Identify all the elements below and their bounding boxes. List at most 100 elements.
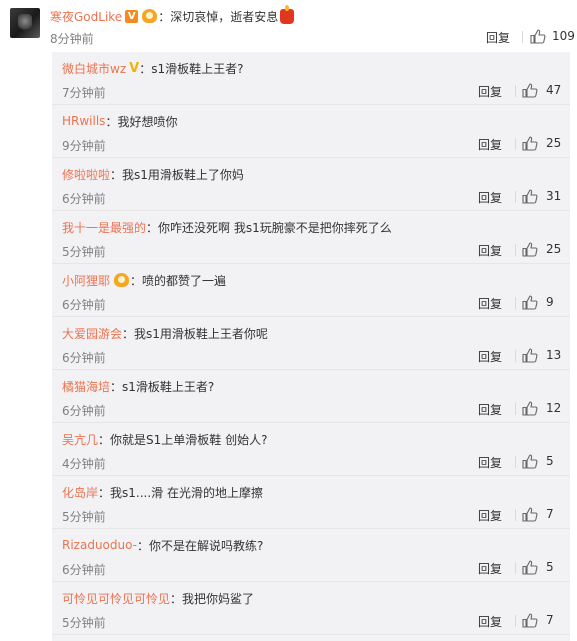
divider <box>515 297 516 309</box>
thumbs-up-icon[interactable] <box>522 136 538 151</box>
divider <box>515 244 516 256</box>
reply-text: s1滑板鞋上王者? <box>151 61 244 76</box>
reply-button[interactable]: 回复 <box>478 295 502 312</box>
separator: ： <box>110 167 123 182</box>
thumbs-up-icon[interactable] <box>530 29 546 44</box>
divider <box>515 456 516 468</box>
reply-username[interactable]: 吴亢几 <box>62 431 98 448</box>
medal-badge-icon[interactable] <box>142 9 158 23</box>
list-item: 小阿狸耶 ： 喷的都赞了一遍 6分钟前 回复 9 <box>52 264 570 317</box>
list-item: 吴亢几 ： 你就是S1上单滑板鞋 创始人? 4分钟前 回复 5 <box>52 423 570 476</box>
reply-button[interactable]: 回复 <box>478 189 502 206</box>
list-item: Rizaduoduo- ： 你不是在解说吗教练? 6分钟前 回复 5 <box>52 529 570 582</box>
divider <box>515 509 516 521</box>
reply-username[interactable]: 可怜见可怜见可怜见 <box>62 590 170 607</box>
reply-button[interactable]: 回复 <box>478 242 502 259</box>
medal-badge-icon[interactable] <box>114 273 130 287</box>
reply-text: 我s1用滑板鞋上了你妈 <box>122 167 244 182</box>
thumbs-up-icon[interactable] <box>522 295 538 310</box>
separator: ： <box>98 485 111 500</box>
reply-username[interactable]: Rizaduoduo- <box>62 538 137 552</box>
reply-line: 可怜见可怜见可怜见 ： 我把你妈鲨了 <box>62 588 254 608</box>
reply-text: 我把你妈鲨了 <box>182 591 255 606</box>
root-comment: 寒夜GodLike V ： 深切哀悼，逝者安息 8分钟前 回复 109 <box>0 0 577 52</box>
reply-username[interactable]: HRwills <box>62 114 105 128</box>
reply-username[interactable]: 小阿狸耶 <box>62 272 110 289</box>
thumbs-up-icon[interactable] <box>522 454 538 469</box>
like-count: 7 <box>546 613 554 627</box>
reply-time: 6分钟前 <box>62 404 106 418</box>
list-item: 可怜见可怜见可怜见 ： 我把你妈鲨了 5分钟前 回复 7 <box>52 582 570 635</box>
like-count: 109 <box>552 29 575 43</box>
reply-text: 喷的都赞了一遍 <box>142 273 227 288</box>
avatar[interactable] <box>10 8 40 38</box>
reply-button[interactable]: 回复 <box>478 401 502 418</box>
reply-button[interactable]: 回复 <box>478 348 502 365</box>
separator: ： <box>110 379 123 394</box>
reply-button[interactable]: 回复 <box>478 83 502 100</box>
reply-time: 6分钟前 <box>62 563 106 577</box>
thumbs-up-icon[interactable] <box>522 401 538 416</box>
reply-time: 6分钟前 <box>62 298 106 312</box>
like-count: 7 <box>546 507 554 521</box>
reply-username[interactable]: 大爱园游会 <box>62 325 122 342</box>
reply-time: 5分钟前 <box>62 616 106 630</box>
thumbs-up-icon[interactable] <box>522 189 538 204</box>
reply-line: Rizaduoduo- ： 你不是在解说吗教练? <box>62 535 263 555</box>
divider <box>515 562 516 574</box>
reply-line: 微白城市wz V ： s1滑板鞋上王者? <box>62 58 243 78</box>
separator: ： <box>98 432 111 447</box>
separator: ： <box>105 114 118 129</box>
reply-time: 5分钟前 <box>62 245 106 259</box>
reply-time: 5分钟前 <box>62 510 106 524</box>
reply-text: 我s1....滑 在光滑的地上摩擦 <box>110 485 263 500</box>
reply-username[interactable]: 微白城市wz <box>62 60 126 77</box>
reply-username[interactable]: 橘猫海培 <box>62 378 110 395</box>
comment-text: 深切哀悼，逝者安息 <box>170 9 279 24</box>
separator: ： <box>137 538 150 553</box>
list-item: 大爱园游会 ： 我s1用滑板鞋上王者你呢 6分钟前 回复 13 <box>52 317 570 370</box>
reply-text: 你就是S1上单滑板鞋 创始人? <box>110 432 268 447</box>
divider <box>522 31 523 43</box>
separator: ： <box>146 220 159 235</box>
list-item: 修啦啦啦 ： 我s1用滑板鞋上了你妈 6分钟前 回复 31 <box>52 158 570 211</box>
thumbs-up-icon[interactable] <box>522 348 538 363</box>
reply-button[interactable]: 回复 <box>478 613 502 630</box>
like-count: 25 <box>546 242 562 256</box>
comment-time: 8分钟前 <box>50 32 94 46</box>
like-count: 9 <box>546 295 554 309</box>
thumbs-up-icon[interactable] <box>522 83 538 98</box>
reply-button[interactable]: 回复 <box>478 560 502 577</box>
reply-text: s1滑板鞋上王者? <box>122 379 215 394</box>
like-count: 12 <box>546 401 562 415</box>
thumbs-up-icon[interactable] <box>522 507 538 522</box>
list-item: 微白城市wz V ： s1滑板鞋上王者? 7分钟前 回复 47 <box>52 52 570 105</box>
reply-username[interactable]: 修啦啦啦 <box>62 166 110 183</box>
reply-username[interactable]: 化岛岸 <box>62 484 98 501</box>
reply-time: 9分钟前 <box>62 139 106 153</box>
divider <box>515 350 516 362</box>
reply-time: 6分钟前 <box>62 351 106 365</box>
vip-badge-icon[interactable]: V <box>125 9 139 23</box>
divider <box>515 615 516 627</box>
reply-username[interactable]: 我十一是最强的 <box>62 219 146 236</box>
gold-v-icon[interactable]: V <box>129 62 139 75</box>
comment-username[interactable]: 寒夜GodLike <box>50 8 122 25</box>
reply-button[interactable]: 回复 <box>478 136 502 153</box>
reply-time: 7分钟前 <box>62 86 106 100</box>
reply-line: 修啦啦啦 ： 我s1用滑板鞋上了你妈 <box>62 164 244 184</box>
like-count: 13 <box>546 348 562 362</box>
thumbs-up-icon[interactable] <box>522 613 538 628</box>
reply-button[interactable]: 回复 <box>478 454 502 471</box>
like-count: 25 <box>546 136 562 150</box>
reply-line: 小阿狸耶 ： 喷的都赞了一遍 <box>62 270 226 290</box>
thumbs-up-icon[interactable] <box>522 242 538 257</box>
reply-list: 微白城市wz V ： s1滑板鞋上王者? 7分钟前 回复 47 HRwills … <box>52 52 570 641</box>
like-count: 31 <box>546 189 562 203</box>
reply-button[interactable]: 回复 <box>478 507 502 524</box>
reply-button[interactable]: 回复 <box>486 29 510 46</box>
list-item: HRwills ： 我好想喷你 9分钟前 回复 25 <box>52 105 570 158</box>
reply-time: 4分钟前 <box>62 457 106 471</box>
thumbs-up-icon[interactable] <box>522 560 538 575</box>
reply-line: 化岛岸 ： 我s1....滑 在光滑的地上摩擦 <box>62 482 263 502</box>
